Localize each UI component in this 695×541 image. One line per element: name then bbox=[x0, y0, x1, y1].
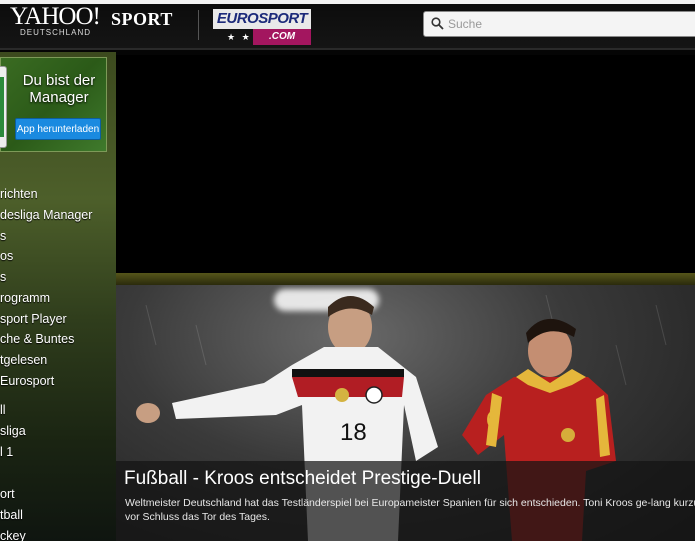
player-right-number: 6 bbox=[486, 407, 498, 432]
sidebar-item[interactable]: s bbox=[0, 267, 116, 287]
search-icon[interactable] bbox=[431, 17, 444, 30]
top-border bbox=[0, 0, 695, 4]
eurosport-logo[interactable]: EUROSPORT ★ ★ .COM bbox=[213, 9, 311, 45]
player-left-number: 18 bbox=[340, 419, 367, 446]
sidebar-item[interactable]: l 1 bbox=[0, 442, 116, 462]
eurosport-domain: .COM bbox=[253, 29, 311, 45]
yahoo-deutschland-label: DEUTSCHLAND bbox=[20, 28, 92, 37]
promo-title: Du bist der Manager bbox=[22, 72, 96, 106]
sidebar-item[interactable]: che & Buntes bbox=[0, 329, 116, 349]
phone-icon bbox=[0, 66, 7, 148]
search-input[interactable] bbox=[448, 15, 688, 33]
page: YAHOO! DEUTSCHLAND SPORT EUROSPORT ★ ★ .… bbox=[0, 0, 695, 541]
sidebar-item[interactable]: os bbox=[0, 246, 116, 266]
search-box[interactable] bbox=[423, 11, 695, 37]
sport-label[interactable]: SPORT bbox=[111, 9, 173, 30]
sidebar-item[interactable]: s bbox=[0, 226, 116, 246]
sidebar-item[interactable]: tball bbox=[0, 505, 116, 525]
eurosport-wordmark: EUROSPORT bbox=[213, 9, 311, 29]
video-player-border bbox=[116, 273, 695, 285]
video-player[interactable] bbox=[116, 55, 695, 273]
sidebar-item[interactable]: sliga bbox=[0, 421, 116, 441]
sidebar: Du bist der Manager App herunterladen ri… bbox=[0, 52, 116, 541]
hero-caption: Fußball - Kroos entscheidet Prestige-Due… bbox=[116, 461, 695, 541]
manager-app-promo[interactable]: Du bist der Manager App herunterladen bbox=[0, 57, 107, 152]
hero-article[interactable]: 18 6 Fußball - Kroos entscheidet Prestig… bbox=[116, 285, 695, 541]
yahoo-logo[interactable]: YAHOO! bbox=[10, 4, 101, 30]
sidebar-item[interactable]: richten bbox=[0, 184, 116, 204]
sidebar-item[interactable]: desliga Manager bbox=[0, 205, 116, 225]
download-app-button[interactable]: App herunterladen bbox=[15, 118, 101, 140]
hero-headline[interactable]: Fußball - Kroos entscheidet Prestige-Due… bbox=[124, 467, 481, 491]
header-divider bbox=[198, 10, 199, 40]
sidebar-item[interactable]: ort bbox=[0, 484, 116, 504]
sidebar-item[interactable]: Eurosport bbox=[0, 371, 116, 391]
sidebar-item[interactable]: sport Player bbox=[0, 309, 116, 329]
eurosport-stars: ★ ★ bbox=[227, 32, 252, 42]
sidebar-item[interactable]: tgelesen bbox=[0, 350, 116, 370]
site-header: YAHOO! DEUTSCHLAND SPORT EUROSPORT ★ ★ .… bbox=[0, 0, 695, 50]
sidebar-item[interactable]: ll bbox=[0, 400, 116, 420]
hero-teaser: Weltmeister Deutschland hat das Testländ… bbox=[125, 497, 695, 523]
sidebar-item[interactable]: ckey bbox=[0, 526, 116, 541]
sidebar-item[interactable]: rogramm bbox=[0, 288, 116, 308]
